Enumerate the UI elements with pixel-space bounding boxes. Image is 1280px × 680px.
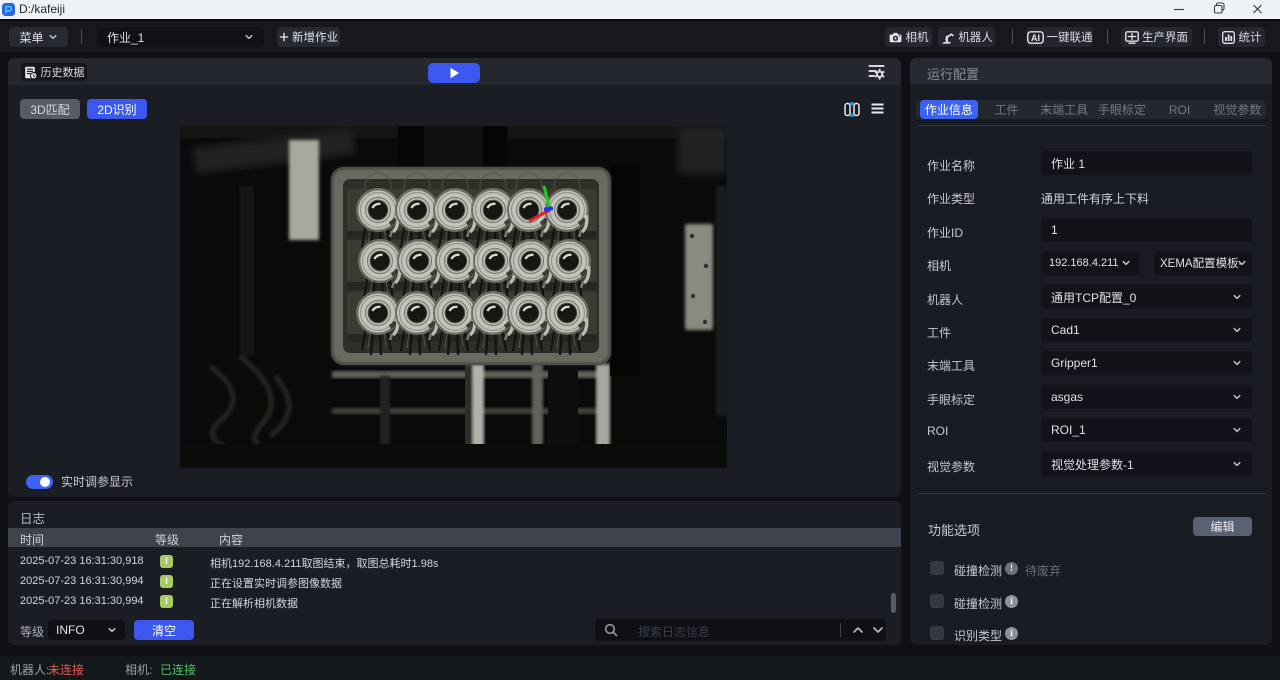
svg-text:AI: AI — [1031, 32, 1040, 42]
